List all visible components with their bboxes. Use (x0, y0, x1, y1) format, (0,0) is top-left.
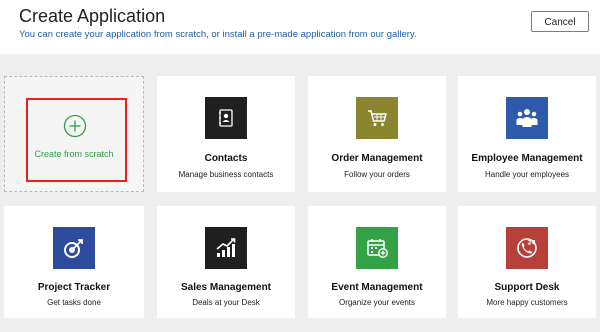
app-card-employee-management[interactable]: Employee Management Handle your employee… (458, 76, 596, 192)
page-title: Create Application (19, 6, 166, 26)
app-name: Support Desk (494, 282, 560, 293)
svg-text:24: 24 (527, 240, 535, 247)
app-name: Sales Management (180, 282, 272, 293)
contacts-icon (205, 97, 247, 139)
create-from-scratch-label: Create from scratch (34, 149, 114, 159)
app-description: Deals at your Desk (192, 298, 260, 307)
app-description: More happy customers (486, 298, 568, 307)
app-description: Manage business contacts (178, 170, 274, 179)
target-icon (53, 227, 95, 269)
create-from-scratch-card[interactable]: Create from scratch (4, 76, 144, 192)
app-card-event-management[interactable]: Event Management Organize your events (308, 206, 446, 318)
page-subtitle: You can create your application from scr… (19, 29, 417, 40)
cart-icon (356, 97, 398, 139)
plus-circle-icon (63, 114, 87, 138)
app-description: Handle your employees (484, 170, 570, 179)
app-name: Project Tracker (37, 282, 111, 293)
team-icon (506, 97, 548, 139)
app-card-contacts[interactable]: Contacts Manage business contacts (157, 76, 295, 192)
app-card-order-management[interactable]: Order Management Follow your orders (308, 76, 446, 192)
app-card-support-desk[interactable]: 24 Support Desk More happy customers (458, 206, 596, 318)
app-name: Contacts (204, 153, 248, 164)
selection-highlight (26, 98, 127, 182)
app-card-sales-management[interactable]: Sales Management Deals at your Desk (157, 206, 295, 318)
app-card-project-tracker[interactable]: Project Tracker Get tasks done (4, 206, 144, 318)
app-name: Event Management (331, 282, 423, 293)
calendar-icon (356, 227, 398, 269)
app-name: Order Management (331, 153, 423, 164)
app-description: Follow your orders (344, 170, 410, 179)
app-description: Get tasks done (47, 298, 101, 307)
app-description: Organize your events (338, 298, 416, 307)
support-24-icon: 24 (506, 227, 548, 269)
page-header: Create Application You can create your a… (0, 0, 600, 54)
chart-growth-icon (205, 227, 247, 269)
cancel-button[interactable]: Cancel (531, 11, 589, 32)
app-name: Employee Management (471, 153, 583, 164)
